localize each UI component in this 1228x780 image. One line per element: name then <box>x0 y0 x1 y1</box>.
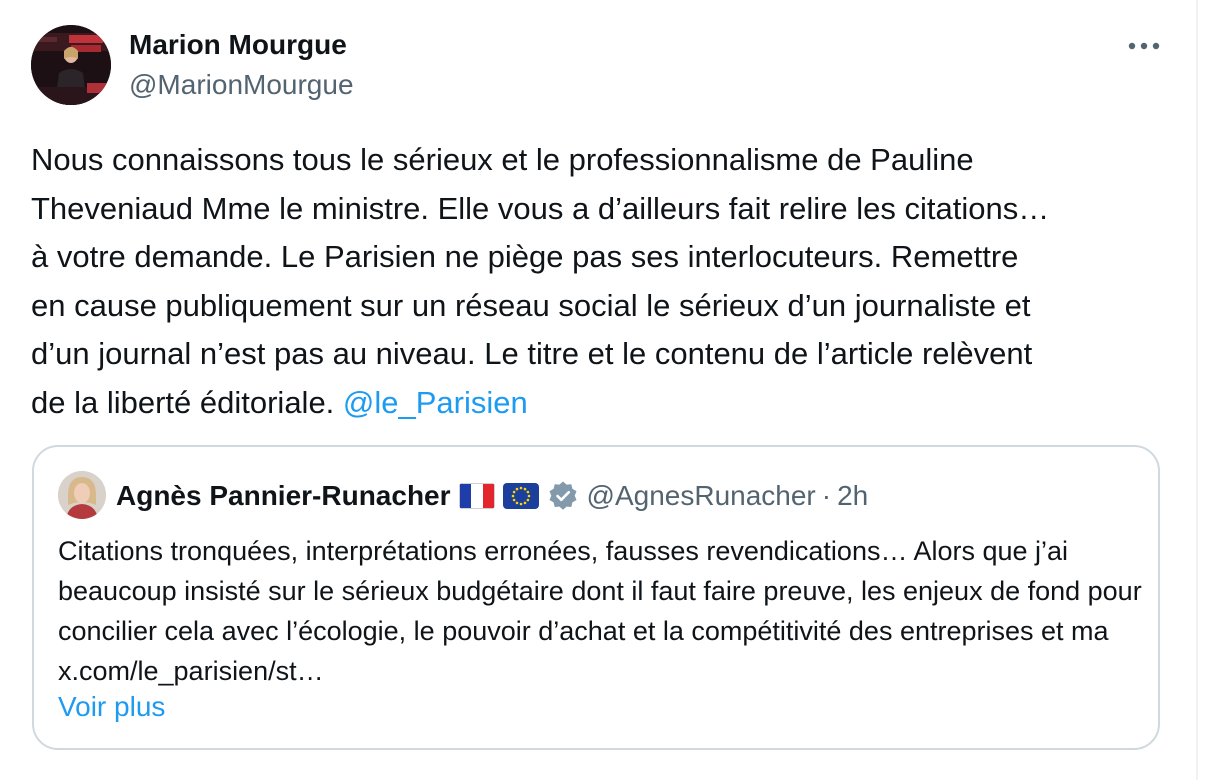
quote-author-handle[interactable]: @AgnesRunacher <box>587 480 816 512</box>
quote-author-avatar[interactable] <box>58 471 106 519</box>
tweet-text: Nous connaissons tous le sérieux et le p… <box>31 142 1050 420</box>
quote-text: Citations tronquées, interprétations err… <box>58 536 1142 686</box>
quote-timestamp[interactable]: 2h <box>837 480 868 512</box>
quoted-tweet-card[interactable]: Agnès Pannier-Runacher @AgnesRunacher · … <box>32 445 1160 750</box>
more-options-button[interactable] <box>1122 26 1166 66</box>
verified-badge-icon <box>549 481 577 510</box>
flag-eu-icon <box>502 483 539 509</box>
author-handle[interactable]: @MarionMourgue <box>129 67 354 103</box>
show-more-link[interactable]: Voir plus <box>58 689 165 725</box>
tweet-page: Marion Mourgue @MarionMourgue Nous conna… <box>0 0 1228 780</box>
author-avatar[interactable] <box>31 25 111 105</box>
tweet-body: Nous connaissons tous le sérieux et le p… <box>31 136 1181 427</box>
quote-author-name[interactable]: Agnès Pannier-Runacher <box>116 480 451 512</box>
author-name[interactable]: Marion Mourgue <box>129 27 347 63</box>
more-dots-icon <box>1128 42 1160 50</box>
column-divider <box>1196 0 1198 780</box>
mention-link[interactable]: @le_Parisien <box>343 385 528 420</box>
quote-header: Agnès Pannier-Runacher @AgnesRunacher · … <box>116 476 868 516</box>
flag-france-icon <box>458 483 495 509</box>
quote-separator: · <box>821 480 832 511</box>
